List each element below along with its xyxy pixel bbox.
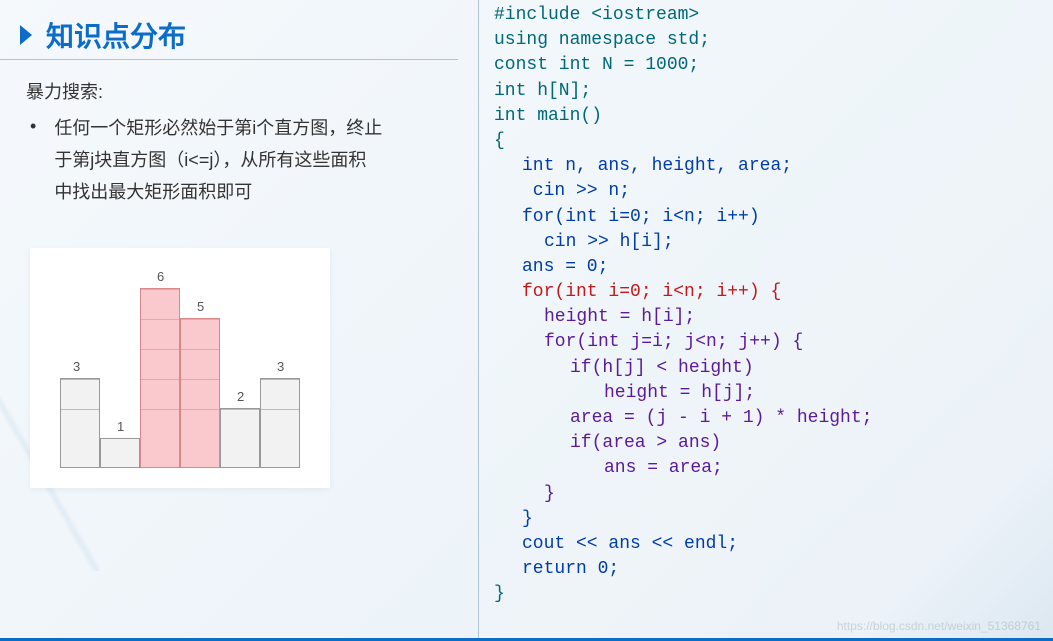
code-line: area = (j - i + 1) * height; xyxy=(494,406,1033,431)
code-line: ans = area; xyxy=(494,456,1033,481)
code-line: height = h[j]; xyxy=(494,381,1033,406)
bar-5: 2 xyxy=(220,408,260,468)
code-line: #include <iostream> xyxy=(494,3,1033,28)
bar-label-2: 1 xyxy=(117,419,124,434)
slide-page: 知识点分布 暴力搜索: • 任何一个矩形必然始于第i个直方图，终止于第j块直方图… xyxy=(0,0,1053,641)
code-line: return 0; xyxy=(494,557,1033,582)
code-line: if(area > ans) xyxy=(494,431,1033,456)
code-line: cin >> n; xyxy=(494,179,1033,204)
title-row: 知识点分布 xyxy=(0,15,458,60)
chart-bars: 3 1 6 5 2 3 xyxy=(60,268,300,468)
code-line: int n, ans, height, area; xyxy=(494,154,1033,179)
bar-2: 1 xyxy=(100,438,140,468)
histogram-chart: 3 1 6 5 2 3 xyxy=(30,248,330,488)
code-line: for(int j=i; j<n; j++) { xyxy=(494,330,1033,355)
code-line: { xyxy=(494,129,1033,154)
bullet-icon: • xyxy=(30,112,36,140)
bar-label-5: 2 xyxy=(237,389,244,404)
bar-4-highlighted: 5 xyxy=(180,318,220,468)
bar-label-4: 5 xyxy=(197,299,204,314)
code-line: using namespace std; xyxy=(494,28,1033,53)
code-line-highlighted: for(int i=0; i<n; i++) { xyxy=(494,280,1033,305)
title-text: 知识点分布 xyxy=(46,15,186,55)
left-column: 知识点分布 暴力搜索: • 任何一个矩形必然始于第i个直方图，终止于第j块直方图… xyxy=(0,0,478,641)
code-line: for(int i=0; i<n; i++) xyxy=(494,205,1033,230)
bar-1: 3 xyxy=(60,378,100,468)
bullet-row: • 任何一个矩形必然始于第i个直方图，终止于第j块直方图（i<=j），从所有这些… xyxy=(30,112,458,208)
code-line: } xyxy=(494,482,1033,507)
code-line: int main() xyxy=(494,104,1033,129)
code-line: height = h[i]; xyxy=(494,305,1033,330)
bar-label-1: 3 xyxy=(73,359,80,374)
code-line: cin >> h[i]; xyxy=(494,230,1033,255)
bar-label-3: 6 xyxy=(157,269,164,284)
subtitle-text: 暴力搜索: xyxy=(26,78,458,104)
bar-6: 3 xyxy=(260,378,300,468)
code-line: if(h[j] < height) xyxy=(494,356,1033,381)
bar-3-highlighted: 6 xyxy=(140,288,180,468)
bullet-text: 任何一个矩形必然始于第i个直方图，终止于第j块直方图（i<=j），从所有这些面积… xyxy=(54,112,384,208)
code-panel: #include <iostream> using namespace std;… xyxy=(478,0,1053,641)
title-marker-icon xyxy=(20,21,36,49)
code-line: ans = 0; xyxy=(494,255,1033,280)
code-line: } xyxy=(494,507,1033,532)
code-line: cout << ans << endl; xyxy=(494,532,1033,557)
bar-label-6: 3 xyxy=(277,359,284,374)
code-line: } xyxy=(494,582,1033,607)
code-line: const int N = 1000; xyxy=(494,53,1033,78)
code-line: int h[N]; xyxy=(494,79,1033,104)
